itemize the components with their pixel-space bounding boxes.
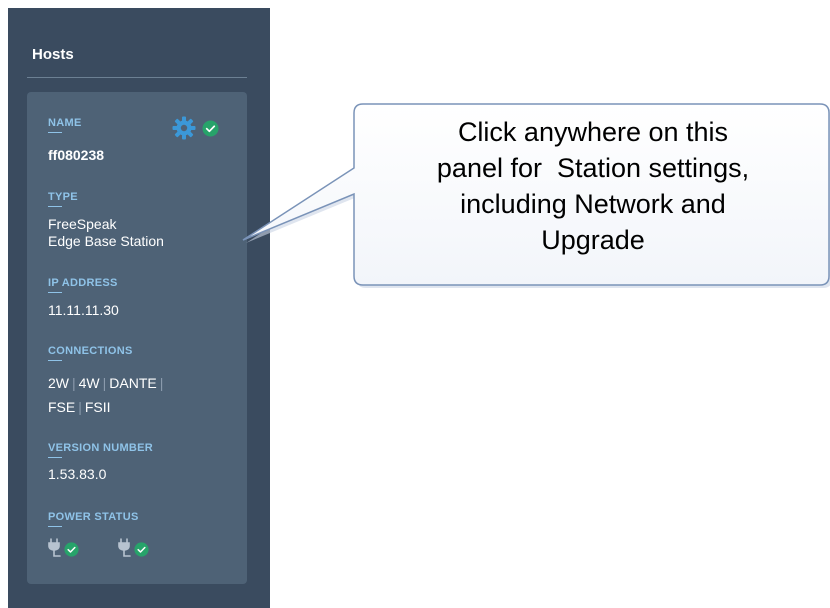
type-label-underline	[48, 206, 62, 207]
separator: |	[159, 375, 164, 391]
host-card[interactable]: NAME ff080238 TYPE FreeSpeak Edge Base S…	[27, 92, 247, 584]
power-plug-icon	[118, 538, 131, 557]
connection-fsii: FSII	[84, 399, 111, 415]
callout-line-1: Click anywhere on this	[457, 117, 729, 147]
connections-label: CONNECTIONS	[48, 345, 133, 357]
connection-2w: 2W	[48, 375, 69, 391]
power-status-label: POWER STATUS	[48, 511, 139, 523]
name-label-underline	[48, 132, 62, 133]
check-circle-icon	[134, 542, 149, 557]
separator: |	[72, 375, 76, 391]
host-type-line2: Edge Base Station	[48, 233, 164, 249]
version-label-underline	[48, 457, 62, 458]
connections-row-2: FSE | FSII	[48, 399, 111, 416]
gear-icon[interactable]	[172, 116, 196, 140]
ip-address-label: IP ADDRESS	[48, 277, 118, 289]
callout-text: Click anywhere on this panel for Station…	[360, 114, 826, 258]
callout-line-2: panel for Station settings,	[436, 153, 750, 183]
host-type-line1: FreeSpeak	[48, 216, 117, 232]
power-label-underline	[48, 526, 62, 527]
check-circle-icon	[202, 120, 219, 137]
separator: |	[78, 399, 82, 415]
power-plug-icon	[48, 538, 61, 557]
ip-address: 11.11.11.30	[48, 302, 119, 318]
connections-row-1: 2W | 4W | DANTE |	[48, 375, 166, 392]
connections-label-underline	[48, 360, 62, 361]
callout-line-3: including Network and	[460, 189, 726, 219]
version-number: 1.53.83.0	[48, 466, 107, 482]
ip-label-underline	[48, 292, 62, 293]
name-label: NAME	[48, 117, 82, 129]
connection-dante: DANTE	[109, 375, 157, 391]
check-circle-icon	[64, 542, 79, 557]
separator: |	[102, 375, 107, 391]
connection-4w: 4W	[78, 375, 100, 391]
sidebar-title: Hosts	[32, 46, 74, 63]
sidebar-divider	[27, 77, 247, 78]
version-number-label: VERSION NUMBER	[48, 442, 154, 454]
callout-line-4: Upgrade	[541, 225, 645, 255]
connection-fse: FSE	[48, 399, 76, 415]
host-name: ff080238	[48, 147, 105, 163]
type-label: TYPE	[48, 191, 78, 203]
